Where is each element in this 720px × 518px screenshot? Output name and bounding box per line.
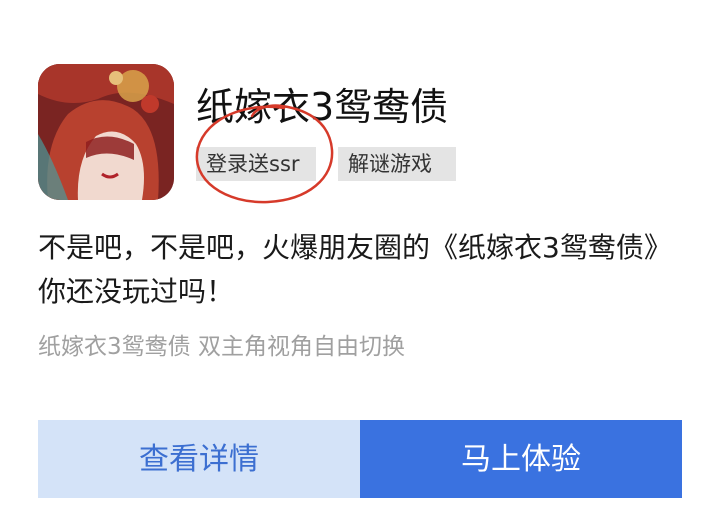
game-cover-icon[interactable] [38, 64, 174, 200]
ad-subtitle: 纸嫁衣3鸳鸯债 双主角视角自由切换 [38, 334, 405, 360]
game-ad-card: 纸嫁衣3鸳鸯债 登录送ssr 解谜游戏 不是吧，不是吧，火爆朋友圈的《纸嫁衣3鸳… [0, 0, 720, 518]
tag-genre: 解谜游戏 [338, 147, 456, 181]
app-title: 纸嫁衣3鸳鸯债 [196, 85, 449, 129]
ad-description: 不是吧，不是吧，火爆朋友圈的《纸嫁衣3鸳鸯债》你还没玩过吗！ [38, 231, 672, 308]
view-details-button[interactable]: 查看详情 [38, 420, 360, 498]
tag-login-reward: 登录送ssr [196, 147, 316, 181]
play-now-button[interactable]: 马上体验 [360, 420, 682, 498]
